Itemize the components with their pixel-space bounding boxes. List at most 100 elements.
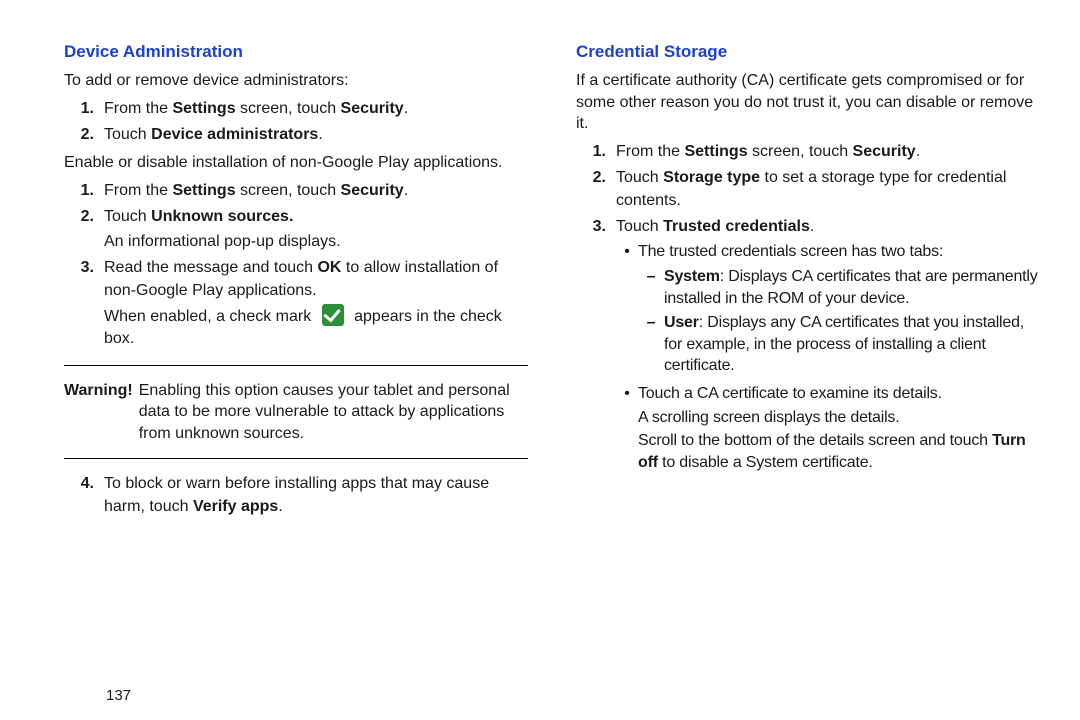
dash-item: – System: Displays CA certificates that … <box>638 266 1040 309</box>
bold: Security <box>341 182 404 199</box>
divider <box>64 458 528 459</box>
dash-icon: – <box>638 312 664 334</box>
text: . <box>916 143 920 160</box>
text: . <box>404 100 408 117</box>
sub-text: A scrolling screen displays the details. <box>638 407 1040 429</box>
dash-icon: – <box>638 266 664 288</box>
bullet: • Touch a CA certificate to examine its … <box>616 383 1040 473</box>
text: screen, touch <box>236 100 341 117</box>
text: Touch <box>104 208 151 225</box>
text: : Displays any CA certificates that you … <box>664 314 1024 374</box>
step-body: Touch Trusted credentials. • The trusted… <box>616 216 1040 477</box>
step-body: Touch Storage type to set a storage type… <box>616 167 1040 212</box>
bold: User <box>664 314 699 331</box>
step: 3. Touch Trusted credentials. • The trus… <box>576 216 1040 477</box>
dash-body: System: Displays CA certificates that ar… <box>664 266 1040 309</box>
bullet-list: • The trusted credentials screen has two… <box>616 241 1040 473</box>
step-body: Read the message and touch OK to allow i… <box>104 257 528 351</box>
text: screen, touch <box>236 182 341 199</box>
intro-text: To add or remove device administrators: <box>64 70 528 92</box>
step-number: 1. <box>576 141 616 163</box>
divider <box>64 365 528 366</box>
step: 1. From the Settings screen, touch Secur… <box>64 180 528 202</box>
bold: OK <box>317 259 341 276</box>
text: Scroll to the bottom of the details scre… <box>638 432 992 449</box>
step-body: Touch Device administrators. <box>104 124 528 146</box>
step: 1. From the Settings screen, touch Secur… <box>576 141 1040 163</box>
sub-text: Scroll to the bottom of the details scre… <box>638 430 1040 473</box>
page-number: 137 <box>106 687 131 704</box>
step-body: From the Settings screen, touch Security… <box>104 180 528 202</box>
bullet-icon: • <box>616 241 638 263</box>
step-number: 1. <box>64 98 104 120</box>
steps-admin: 1. From the Settings screen, touch Secur… <box>64 98 528 147</box>
text: . <box>318 126 322 143</box>
checkmark-icon <box>322 304 344 326</box>
bold: Settings <box>684 143 747 160</box>
text: When enabled, a check mark <box>104 308 316 325</box>
steps-continued: 4. To block or warn before installing ap… <box>64 473 528 518</box>
step-number: 2. <box>576 167 616 189</box>
step-subtext: An informational pop-up displays. <box>104 231 528 253</box>
intro-text: If a certificate authority (CA) certific… <box>576 70 1040 135</box>
bold: Settings <box>172 182 235 199</box>
step-body: From the Settings screen, touch Security… <box>104 98 528 120</box>
bold: Verify apps <box>193 498 278 515</box>
warning-label: Warning! <box>64 380 139 402</box>
text: : Displays CA certificates that are perm… <box>664 268 1038 307</box>
step-body: To block or warn before installing apps … <box>104 473 528 518</box>
bold: Device administrators <box>151 126 318 143</box>
step-number: 3. <box>576 216 616 238</box>
text: . <box>278 498 282 515</box>
right-column: Credential Storage If a certificate auth… <box>576 42 1040 524</box>
bullet: • The trusted credentials screen has two… <box>616 241 1040 380</box>
text: The trusted credentials screen has two t… <box>638 243 943 260</box>
text: Touch <box>616 218 663 235</box>
dash-list: – System: Displays CA certificates that … <box>638 266 1040 377</box>
step-number: 2. <box>64 124 104 146</box>
text: . <box>810 218 814 235</box>
text: From the <box>104 182 172 199</box>
step: 1. From the Settings screen, touch Secur… <box>64 98 528 120</box>
step-number: 4. <box>64 473 104 495</box>
text: Read the message and touch <box>104 259 317 276</box>
dash-item: – User: Displays any CA certificates tha… <box>638 312 1040 377</box>
heading-device-admin: Device Administration <box>64 42 528 62</box>
warning-note: Warning! Enabling this option causes you… <box>64 380 528 445</box>
bullet-body: The trusted credentials screen has two t… <box>638 241 1040 380</box>
bold: Security <box>853 143 916 160</box>
step: 2. Touch Unknown sources. An information… <box>64 206 528 253</box>
step-body: From the Settings screen, touch Security… <box>616 141 1040 163</box>
bold: Security <box>341 100 404 117</box>
dash-body: User: Displays any CA certificates that … <box>664 312 1040 377</box>
text: Touch <box>104 126 151 143</box>
bold: Settings <box>172 100 235 117</box>
step: 2. Touch Storage type to set a storage t… <box>576 167 1040 212</box>
step-number: 3. <box>64 257 104 279</box>
step-number: 1. <box>64 180 104 202</box>
step-subtext: When enabled, a check mark appears in th… <box>104 304 528 351</box>
bullet-body: Touch a CA certificate to examine its de… <box>638 383 1040 473</box>
text: to disable a System certificate. <box>658 454 873 471</box>
step-number: 2. <box>64 206 104 228</box>
steps-credential: 1. From the Settings screen, touch Secur… <box>576 141 1040 478</box>
step: 3. Read the message and touch OK to allo… <box>64 257 528 351</box>
step: 2. Touch Device administrators. <box>64 124 528 146</box>
text: Touch <box>616 169 663 186</box>
text: screen, touch <box>748 143 853 160</box>
heading-credential-storage: Credential Storage <box>576 42 1040 62</box>
manual-page: Device Administration To add or remove d… <box>0 0 1080 524</box>
text: From the <box>616 143 684 160</box>
left-column: Device Administration To add or remove d… <box>64 42 528 524</box>
steps-unknown-sources: 1. From the Settings screen, touch Secur… <box>64 180 528 351</box>
bold: System <box>664 268 720 285</box>
text: Touch a CA certificate to examine its de… <box>638 385 942 402</box>
bullet-icon: • <box>616 383 638 405</box>
bold: Unknown sources. <box>151 208 293 225</box>
text: . <box>404 182 408 199</box>
bold: Storage type <box>663 169 760 186</box>
para-non-google: Enable or disable installation of non-Go… <box>64 152 528 174</box>
text: From the <box>104 100 172 117</box>
bold: Trusted credentials <box>663 218 810 235</box>
step-body: Touch Unknown sources. An informational … <box>104 206 528 253</box>
